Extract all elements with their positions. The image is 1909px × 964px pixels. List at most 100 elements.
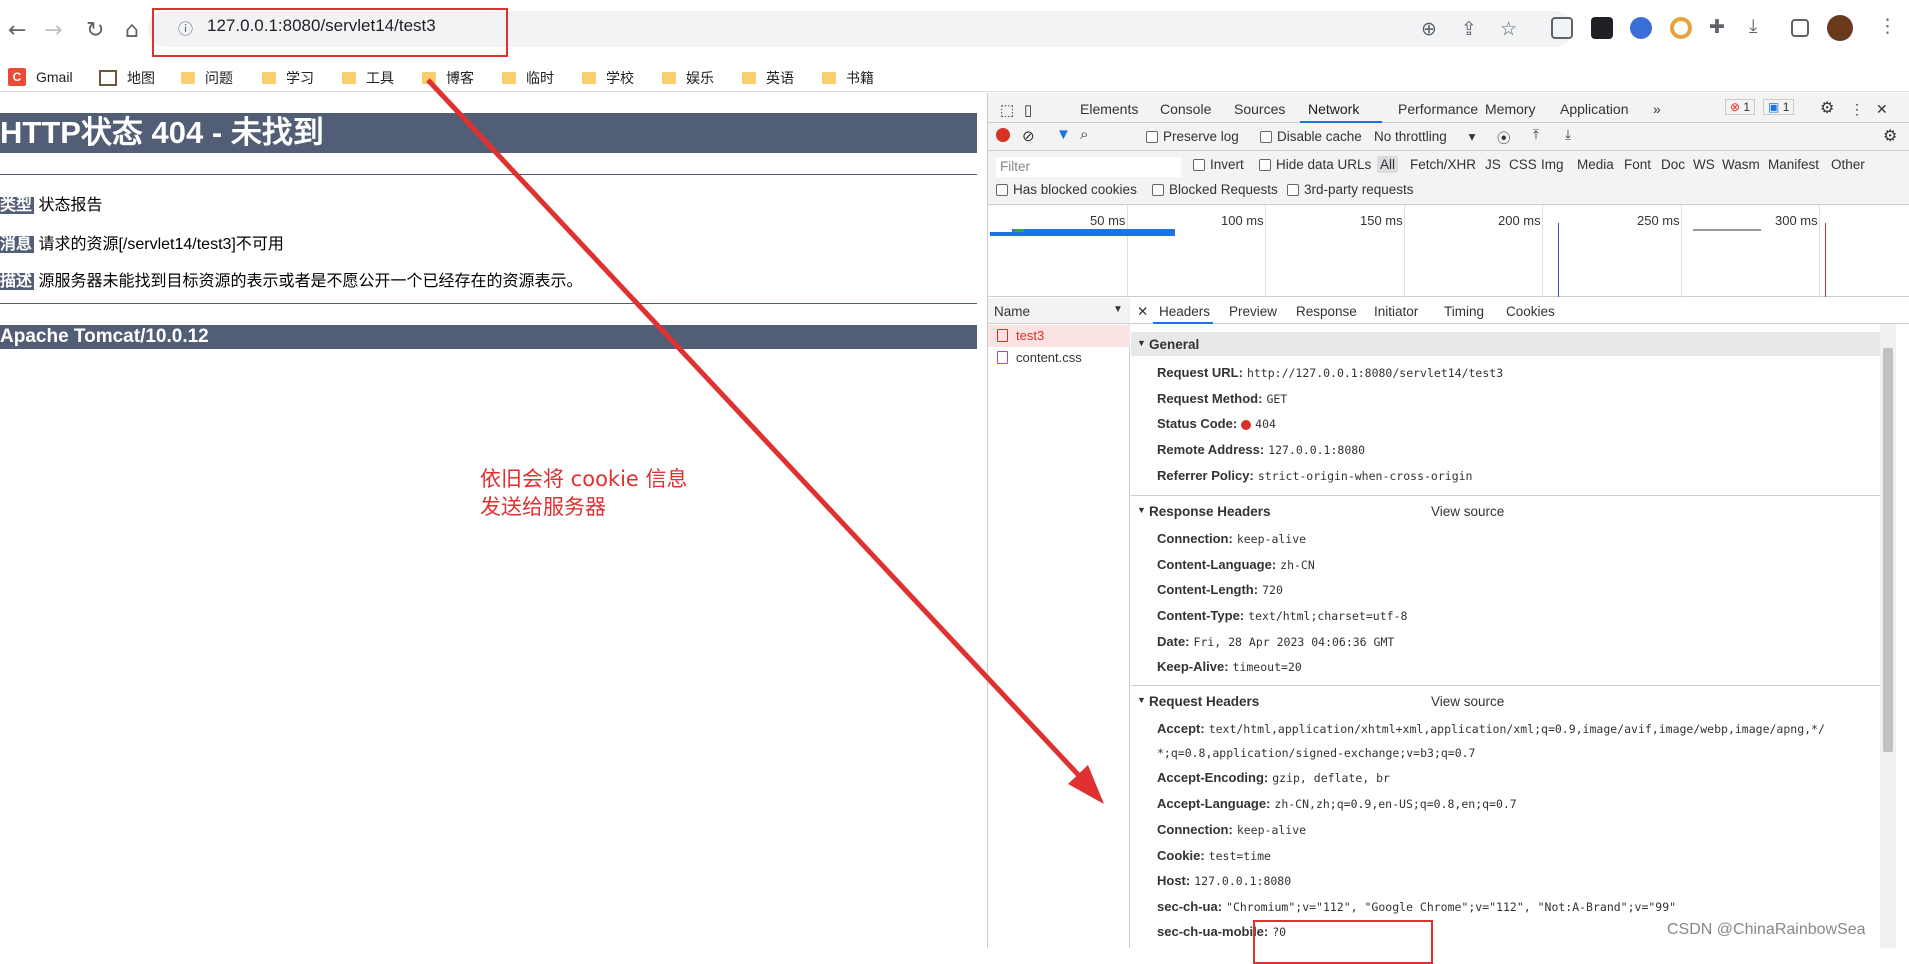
error-count: 1 — [1743, 100, 1751, 114]
kebab-menu-icon[interactable]: ⋮ — [1850, 101, 1864, 118]
tab-preview[interactable]: Preview — [1229, 304, 1277, 319]
inspect-icon[interactable]: ⬚ — [1000, 101, 1014, 119]
reload-icon[interactable]: ↻ — [86, 18, 104, 43]
tab-sources[interactable]: Sources — [1234, 101, 1285, 117]
preserve-log-checkbox[interactable]: Preserve log — [1146, 129, 1239, 144]
blocked-cookies-checkbox[interactable]: Has blocked cookies — [996, 182, 1137, 197]
header-row: Keep-Alive: timeout=20 — [1157, 659, 1302, 674]
request-row-content-css[interactable]: content.css — [988, 347, 1130, 369]
tab-elements[interactable]: Elements — [1080, 101, 1138, 117]
record-icon[interactable] — [996, 128, 1010, 142]
filter-type-wasm[interactable]: Wasm — [1722, 157, 1760, 172]
filter-input[interactable]: Filter — [996, 157, 1181, 177]
filter-type-all[interactable]: All — [1377, 156, 1399, 173]
tab-memory[interactable]: Memory — [1485, 101, 1536, 117]
request-row-test3[interactable]: test3 — [988, 325, 1130, 347]
network-conditions-icon[interactable]: ⦿ — [1497, 127, 1511, 147]
response-headers-section-header[interactable]: ▼ Response Headers View source — [1131, 499, 1880, 523]
filter-type-manifest[interactable]: Manifest — [1768, 157, 1819, 172]
gear-icon[interactable]: ⚙ — [1820, 98, 1834, 118]
filter-type-other[interactable]: Other — [1831, 157, 1865, 172]
bookmark-folder[interactable]: 娱乐 — [662, 68, 714, 88]
more-tabs-icon[interactable]: » — [1653, 101, 1661, 117]
home-icon[interactable]: ⌂ — [125, 18, 139, 43]
message-badge[interactable]: ▣ 1 — [1763, 99, 1795, 115]
tab-response[interactable]: Response — [1296, 304, 1357, 319]
invert-checkbox[interactable]: Invert — [1193, 157, 1244, 172]
bookmark-folder[interactable]: 工具 — [342, 68, 394, 88]
filter-type-font[interactable]: Font — [1624, 157, 1651, 172]
header-key: Keep-Alive: — [1157, 659, 1229, 674]
upload-icon[interactable]: ⤒ — [1533, 127, 1539, 143]
puzzle-icon[interactable]: ✚ — [1709, 16, 1725, 38]
third-party-checkbox[interactable]: 3rd-party requests — [1287, 182, 1414, 197]
extension-icon[interactable] — [1670, 17, 1692, 39]
general-section-header[interactable]: ▼ General — [1131, 332, 1880, 356]
tab-application[interactable]: Application — [1560, 101, 1629, 117]
throttling-select[interactable]: No throttling ▾ — [1374, 129, 1475, 145]
bookmark-folder[interactable]: 学习 — [262, 68, 314, 88]
bookmark-folder[interactable]: 问题 — [181, 68, 233, 88]
hide-data-urls-checkbox[interactable]: Hide data URLs — [1259, 157, 1371, 172]
share-icon[interactable]: ⇪ — [1461, 18, 1477, 40]
bookmark-folder[interactable]: 英语 — [742, 68, 794, 88]
download-icon[interactable]: ⤓ — [1565, 127, 1571, 143]
bookmark-folder[interactable]: 书籍 — [822, 68, 874, 88]
filter-type-js[interactable]: JS — [1485, 157, 1501, 172]
side-panel-icon[interactable] — [1791, 19, 1809, 37]
filter-type-img[interactable]: Img — [1541, 157, 1564, 172]
clear-icon[interactable]: ⊘ — [1022, 127, 1035, 145]
details-scrollbar-thumb[interactable] — [1883, 348, 1893, 752]
tab-search-icon[interactable] — [1551, 17, 1573, 39]
error-badge[interactable]: ⊗ 1 — [1725, 99, 1756, 115]
tab-timing[interactable]: Timing — [1444, 304, 1484, 319]
back-arrow-icon[interactable]: ← — [8, 18, 26, 43]
bookmark-label: Gmail — [36, 69, 73, 85]
bookmark-folder[interactable]: 学校 — [582, 68, 634, 88]
view-source-link[interactable]: View source — [1431, 504, 1504, 519]
tab-console[interactable]: Console — [1160, 101, 1211, 117]
filter-type-ws[interactable]: WS — [1693, 157, 1715, 172]
tab-performance[interactable]: Performance — [1398, 101, 1478, 117]
avatar[interactable] — [1827, 15, 1853, 41]
bookmark-folder[interactable]: 临时 — [502, 68, 554, 88]
filter-type-doc[interactable]: Doc — [1661, 157, 1685, 172]
close-icon[interactable]: ✕ — [1876, 101, 1888, 118]
header-row: *;q=0.8,application/signed-exchange;v=b3… — [1157, 745, 1476, 760]
filter-type-fetch[interactable]: Fetch/XHR — [1410, 157, 1476, 172]
bookmark-folder[interactable]: 博客 — [422, 68, 474, 88]
folder-icon — [262, 72, 276, 84]
view-source-link[interactable]: View source — [1431, 694, 1504, 709]
filter-icon[interactable]: ▼ — [1056, 126, 1071, 143]
bookmark-map[interactable]: 地图 — [99, 68, 155, 88]
gear-icon[interactable]: ⚙ — [1883, 126, 1897, 146]
tab-cookies[interactable]: Cookies — [1506, 304, 1555, 319]
zoom-icon[interactable]: ⊕ — [1421, 18, 1437, 40]
stylesheet-icon — [997, 351, 1008, 364]
filter-type-css[interactable]: CSS — [1509, 157, 1537, 172]
extension-icon[interactable] — [1630, 17, 1652, 39]
menu-icon[interactable]: ⋮ — [1878, 15, 1897, 37]
request-headers-section-header[interactable]: ▼ Request Headers View source — [1131, 689, 1880, 713]
bookmark-gmail[interactable]: C Gmail — [8, 68, 73, 86]
tab-network[interactable]: Network — [1308, 101, 1359, 117]
extension-icon[interactable] — [1591, 17, 1613, 39]
forward-arrow-icon[interactable]: → — [44, 18, 62, 43]
blocked-requests-checkbox[interactable]: Blocked Requests — [1152, 182, 1278, 197]
download-icon[interactable]: ⤓ — [1749, 15, 1757, 37]
name-column-header[interactable]: Name ▼ — [988, 298, 1130, 324]
device-toggle-icon[interactable]: ▯ — [1024, 101, 1032, 119]
section-title: Request Headers — [1149, 694, 1260, 709]
tab-initiator[interactable]: Initiator — [1374, 304, 1418, 319]
bookmark-star-icon[interactable]: ☆ — [1500, 18, 1517, 40]
network-toolbar: ⊘ ▼ ⌕ Preserve log Disable cache No thro… — [988, 123, 1909, 151]
filter-type-media[interactable]: Media — [1577, 157, 1614, 172]
disable-cache-checkbox[interactable]: Disable cache — [1260, 129, 1362, 144]
header-key: Content-Language: — [1157, 557, 1277, 572]
search-icon[interactable]: ⌕ — [1080, 126, 1088, 143]
timeline-label: 100 ms — [1221, 213, 1264, 228]
header-row: Connection: keep-alive — [1157, 822, 1306, 837]
header-key: sec-ch-ua-mobile: — [1157, 924, 1269, 939]
tab-headers[interactable]: Headers — [1159, 304, 1210, 319]
close-icon[interactable]: ✕ — [1137, 304, 1148, 320]
